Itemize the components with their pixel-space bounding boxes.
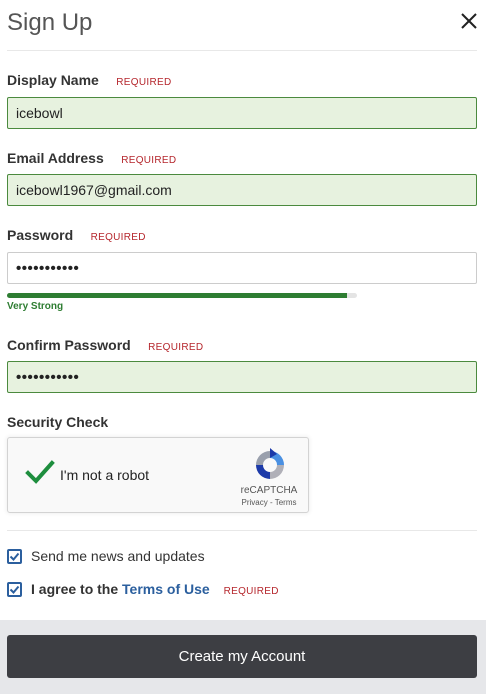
newsletter-label[interactable]: Send me news and updates <box>31 548 205 564</box>
check-icon <box>9 552 20 561</box>
modal-header: Sign Up <box>0 0 486 50</box>
email-value: icebowl1967@gmail.com <box>16 182 172 198</box>
password-label: Password <box>7 227 74 243</box>
newsletter-checkbox[interactable] <box>7 549 22 564</box>
required-badge: REQUIRED <box>223 586 279 597</box>
password-field[interactable]: ••••••••••• <box>7 252 477 284</box>
required-badge: REQUIRED <box>121 155 177 166</box>
header-divider <box>7 50 477 51</box>
confirm-password-value: ••••••••••• <box>16 369 80 386</box>
display-name-value: icebowl <box>16 105 63 121</box>
required-badge: REQUIRED <box>148 342 204 353</box>
email-label-row: Email Address REQUIRED <box>7 150 176 170</box>
create-account-button[interactable]: Create my Account <box>7 635 477 678</box>
display-name-label-row: Display Name REQUIRED <box>7 72 171 92</box>
check-icon <box>9 585 20 594</box>
terms-label-row: I agree to the Terms of Use REQUIRED <box>31 581 279 597</box>
required-badge: REQUIRED <box>116 77 172 88</box>
security-check-label: Security Check <box>7 414 109 430</box>
recaptcha-widget: I'm not a robot reCAPTCHA Privacy - Term… <box>7 437 309 513</box>
recaptcha-brand: reCAPTCHA <box>240 485 298 496</box>
terms-of-use-link[interactable]: Terms of Use <box>122 581 210 597</box>
password-label-row: Password REQUIRED <box>7 227 146 247</box>
terms-prefix: I agree to the <box>31 581 119 597</box>
password-strength-fill <box>7 293 347 298</box>
confirm-password-field[interactable]: ••••••••••• <box>7 361 477 393</box>
terms-checkbox[interactable] <box>7 582 22 597</box>
page-title: Sign Up <box>7 9 93 36</box>
confirm-password-label-row: Confirm Password REQUIRED <box>7 337 203 357</box>
close-icon[interactable] <box>458 10 480 32</box>
password-strength-label: Very Strong <box>7 301 64 312</box>
password-strength-meter <box>7 293 357 298</box>
confirm-password-label: Confirm Password <box>7 337 131 353</box>
section-divider <box>7 530 477 531</box>
password-value: ••••••••••• <box>16 260 80 277</box>
email-label: Email Address <box>7 150 104 166</box>
required-badge: REQUIRED <box>90 232 146 243</box>
recaptcha-logo-icon <box>253 448 287 482</box>
checkmark-icon[interactable] <box>24 456 56 488</box>
email-field[interactable]: icebowl1967@gmail.com <box>7 174 477 206</box>
display-name-label: Display Name <box>7 72 99 88</box>
security-check-label-row: Security Check <box>7 414 108 434</box>
captcha-label: I'm not a robot <box>60 467 150 483</box>
recaptcha-links[interactable]: Privacy - Terms <box>221 498 317 507</box>
display-name-field[interactable]: icebowl <box>7 97 477 129</box>
